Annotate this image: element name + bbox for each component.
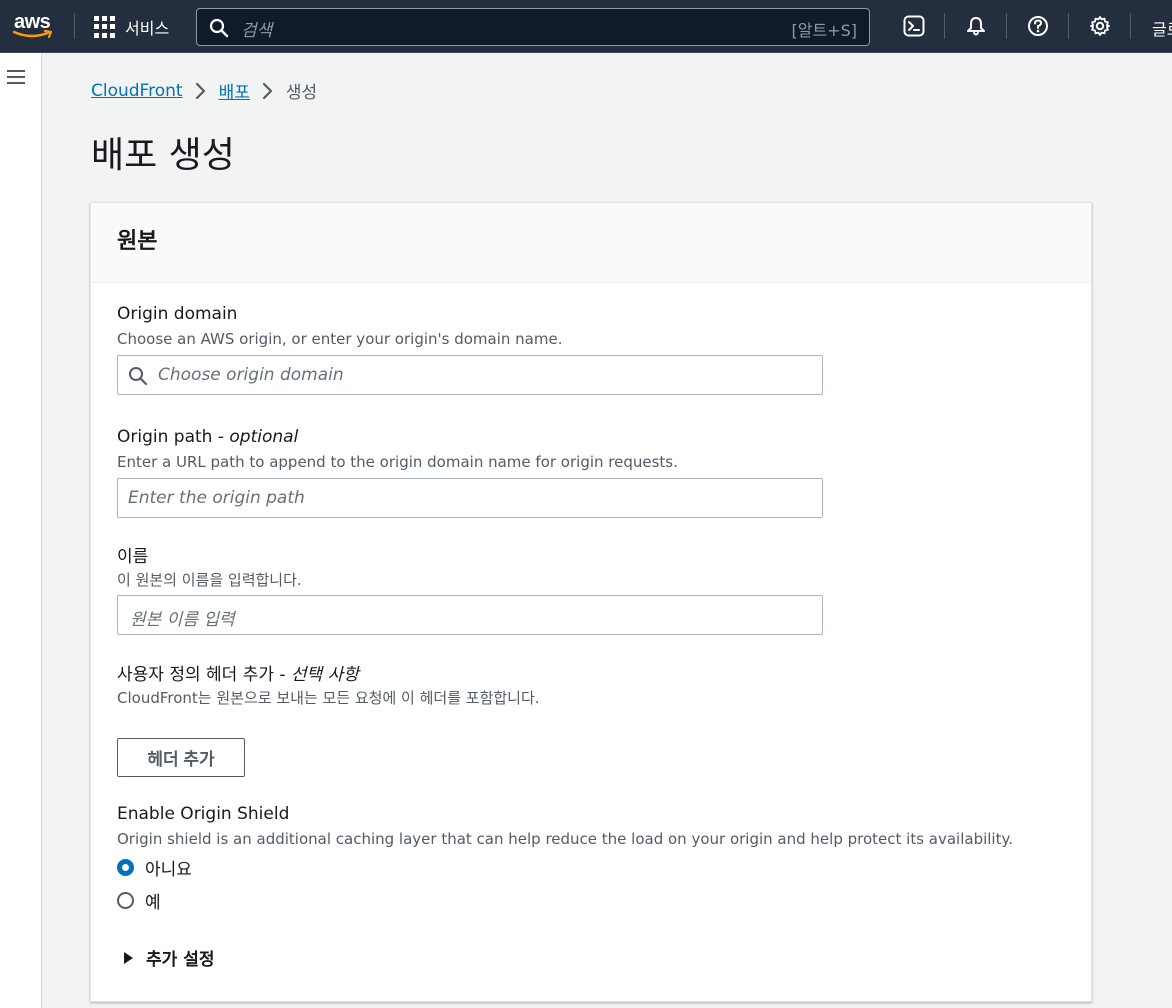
- bell-icon[interactable]: [963, 13, 989, 39]
- origin-domain-description: Choose an AWS origin, or enter your orig…: [117, 330, 563, 348]
- global-search-input[interactable]: 검색 [알트+S]: [196, 8, 870, 46]
- aws-smile-icon: [12, 29, 53, 39]
- custom-headers-optional: 선택 사항: [290, 665, 359, 685]
- origin-shield-option-no-label: 아니요: [145, 860, 192, 880]
- radio-selected-icon[interactable]: [117, 859, 134, 876]
- origin-name-placeholder: 원본 이름 입력: [130, 610, 235, 630]
- origin-domain-input[interactable]: Choose origin domain: [117, 355, 823, 395]
- radio-unselected-icon[interactable]: [117, 892, 134, 909]
- breadcrumb-link-cloudfront[interactable]: CloudFront: [91, 81, 183, 101]
- grid-icon[interactable]: [94, 16, 116, 38]
- origin-shield-description: Origin shield is an additional caching l…: [117, 830, 1013, 848]
- nav-divider: [74, 13, 75, 39]
- origin-path-description: Enter a URL path to append to the origin…: [117, 453, 678, 471]
- panel-header: 원본: [91, 203, 1091, 283]
- aws-logo[interactable]: aws: [12, 9, 56, 41]
- page-title: 배포 생성: [91, 135, 235, 176]
- side-navigation-rail: [0, 53, 42, 1008]
- origin-shield-option-no[interactable]: 아니요: [117, 855, 192, 880]
- caret-right-icon: [124, 951, 133, 964]
- breadcrumb-link-distributions[interactable]: 배포: [219, 78, 250, 103]
- gear-icon[interactable]: [1087, 13, 1113, 39]
- cloudshell-icon[interactable]: [901, 13, 927, 39]
- chevron-right-icon: [195, 82, 207, 100]
- panel-title: 원본: [117, 229, 158, 254]
- search-icon: [129, 367, 148, 386]
- origin-shield-option-yes-label: 예: [145, 893, 161, 913]
- region-selector[interactable]: 글로벌: [1152, 16, 1172, 40]
- nav-divider: [1130, 13, 1131, 39]
- search-placeholder: 검색: [241, 21, 273, 41]
- add-header-button[interactable]: 헤더 추가: [117, 738, 245, 777]
- origin-path-input[interactable]: Enter the origin path: [117, 478, 823, 518]
- help-icon[interactable]: [1025, 13, 1051, 39]
- origin-path-placeholder: Enter the origin path: [128, 488, 305, 508]
- nav-divider: [1006, 13, 1007, 39]
- custom-headers-label: 사용자 정의 헤더 추가 - 선택 사항: [117, 660, 359, 685]
- origin-shield-option-yes[interactable]: 예: [117, 888, 161, 913]
- breadcrumb-current: 생성: [285, 83, 318, 103]
- origin-path-label-text: Origin path -: [117, 427, 230, 447]
- origin-name-input[interactable]: 원본 이름 입력: [117, 595, 823, 635]
- custom-headers-label-text: 사용자 정의 헤더 추가 -: [117, 665, 291, 685]
- chevron-right-icon: [262, 82, 274, 100]
- additional-settings-label: 추가 설정: [146, 950, 215, 970]
- search-shortcut-hint: [알트+S]: [791, 21, 858, 40]
- origin-path-optional: optional: [229, 427, 299, 447]
- origin-domain-label: Origin domain: [117, 304, 238, 324]
- origin-panel: 원본 Origin domain Choose an AWS origin, o…: [90, 202, 1092, 1002]
- hamburger-menu-icon[interactable]: [7, 70, 25, 84]
- nav-divider: [944, 13, 945, 39]
- nav-divider: [1068, 13, 1069, 39]
- additional-settings-expander[interactable]: 추가 설정: [124, 945, 214, 970]
- origin-name-description: 이 원본의 이름을 입력합니다.: [117, 571, 302, 589]
- services-menu[interactable]: 서비스: [125, 15, 169, 39]
- search-icon: [209, 18, 229, 38]
- custom-headers-description: CloudFront는 원본으로 보내는 모든 요청에 이 헤더를 포함합니다.: [117, 689, 540, 707]
- origin-domain-placeholder: Choose origin domain: [158, 365, 344, 385]
- top-navigation: aws 서비스 검색 [알트+S] 글: [0, 0, 1172, 53]
- origin-path-label: Origin path - optional: [117, 427, 298, 447]
- origin-name-label: 이름: [117, 547, 149, 567]
- breadcrumb: CloudFront 배포 생성: [91, 78, 318, 104]
- origin-shield-label: Enable Origin Shield: [117, 804, 290, 824]
